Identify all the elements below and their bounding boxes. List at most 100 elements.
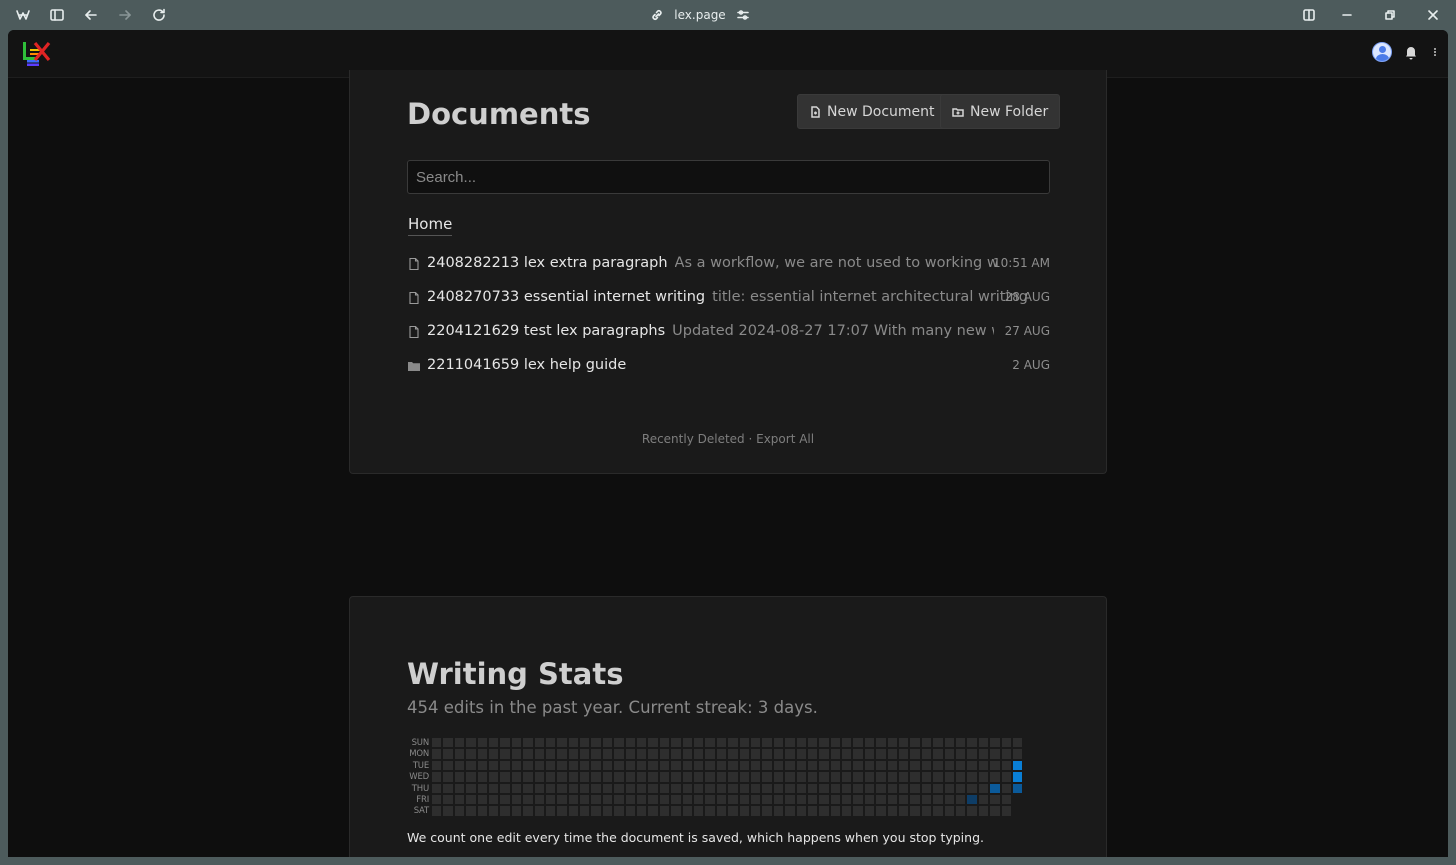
heatmap-cell [990,738,1000,748]
address-bar[interactable]: lex.page [640,0,760,30]
document-row[interactable]: 2408270733 essential internet writing tit… [407,280,1050,314]
minimize-icon[interactable] [1337,5,1357,25]
heatmap-cell [523,772,533,782]
heatmap-cell [864,749,875,759]
heatmap-cell [853,806,863,816]
heatmap-cell [477,772,487,782]
heatmap-cell [545,772,556,782]
heatmap-cell [534,772,544,782]
document-row[interactable]: 2204121629 test lex paragraphs Updated 20… [407,314,1050,348]
new-folder-button[interactable]: New Folder [940,94,1061,129]
heatmap-cell [887,783,898,793]
heatmap-cell [534,806,544,816]
heatmap-cell [568,772,579,782]
recently-deleted-link[interactable]: Recently Deleted [642,432,745,446]
heatmap-cell [648,772,658,782]
heatmap-cell [967,806,977,816]
heatmap-cell [876,794,886,805]
url-text: lex.page [674,8,726,22]
reload-icon[interactable] [149,5,169,25]
lex-logo-icon[interactable] [21,40,53,68]
heatmap-cell [978,749,989,759]
heatmap-cell [659,760,670,771]
heatmap-cell [887,749,898,759]
heatmap-cell [454,794,465,805]
heatmap-cell [477,760,487,771]
heatmap-cell [432,749,442,759]
heatmap-cell [899,794,909,805]
search-input[interactable] [407,160,1050,194]
heatmap-cell [762,738,772,748]
heatmap-cell [728,806,738,816]
heatmap-cell [796,772,806,782]
heatmap-cell [682,794,692,805]
heatmap-cell [853,760,863,771]
folder-row[interactable]: 2211041659 lex help guide 2 AUG [407,348,1050,382]
heatmap-cell [443,738,453,748]
heatmap-cell [523,738,533,748]
heatmap-cell [466,783,476,793]
heatmap-cell [682,760,692,771]
heatmap-cell [705,749,715,759]
heatmap-cell [819,772,829,782]
heatmap-cell [454,783,465,793]
new-document-button[interactable]: New Document [797,94,947,129]
heatmap-cell [1001,772,1011,782]
item-preview: title: essential internet architectural … [712,289,1028,305]
new-document-icon [811,105,820,118]
heatmap-cell [773,783,784,793]
file-icon [407,256,421,271]
heatmap-cell [796,806,806,816]
heatmap-cell [807,783,818,793]
heatmap-cell [580,772,590,782]
heatmap-cell [728,738,738,748]
heatmap-cell [716,738,727,748]
heatmap-cell [557,794,567,805]
heatmap-cell [887,760,898,771]
heatmap-cell [477,806,487,816]
heatmap-cell [853,772,863,782]
heatmap-cell [568,794,579,805]
sidebar-toggle-icon[interactable] [47,5,67,25]
heatmap-cell [819,806,829,816]
forward-arrow-icon[interactable] [115,5,135,25]
heatmap-cell [1012,772,1023,782]
split-view-icon[interactable] [1299,5,1319,25]
heatmap-cell [1001,749,1011,759]
site-settings-icon[interactable] [736,8,750,22]
breadcrumb-home[interactable]: Home [408,215,453,236]
heatmap-cell [910,794,920,805]
heatmap-cell [568,738,579,748]
heatmap-cell [785,783,795,793]
user-avatar-icon[interactable] [1372,42,1392,62]
close-icon[interactable] [1423,5,1443,25]
back-arrow-icon[interactable] [81,5,101,25]
heatmap-cell [785,760,795,771]
document-row[interactable]: 2408282213 lex extra paragraph As a workf… [407,246,1050,280]
heatmap-cell [545,738,556,748]
heatmap-cell [602,760,613,771]
heatmap-cell [659,794,670,805]
heatmap-cell [682,806,692,816]
heatmap-cell [830,749,841,759]
browser-logo-icon[interactable] [13,5,33,25]
more-options-icon[interactable] [1430,43,1440,61]
heatmap-cell [990,806,1000,816]
heatmap-cell [864,772,875,782]
heatmap-cell [876,749,886,759]
heatmap-cell [534,760,544,771]
heatmap-cell [488,760,499,771]
heatmap-cell [580,783,590,793]
bell-icon[interactable] [1402,43,1420,61]
heatmap-cell [921,794,932,805]
export-all-link[interactable]: Export All [756,432,814,446]
restore-icon[interactable] [1380,5,1400,25]
heatmap-cell [842,749,852,759]
heatmap-cell [819,760,829,771]
heatmap-cell [637,794,647,805]
heatmap-cell [830,772,841,782]
heatmap-cell [477,794,487,805]
heatmap-cell [990,749,1000,759]
heatmap-cell [500,749,510,759]
file-icon [407,290,421,305]
